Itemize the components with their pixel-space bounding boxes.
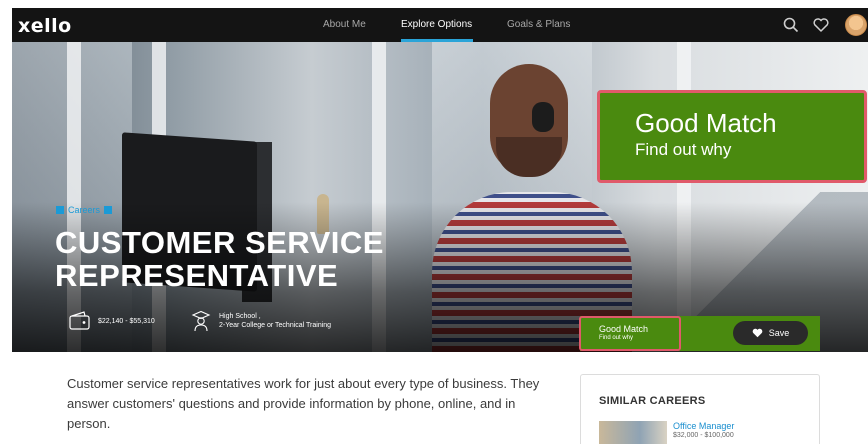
hero-photo-headset: [532, 102, 554, 132]
salary-range: $22,140 - $55,310: [98, 317, 155, 325]
find-out-why-link: Find out why: [635, 140, 732, 159]
similar-careers-heading: SIMILAR CAREERS: [599, 395, 706, 407]
career-title-line1: CUSTOMER SERVICE: [55, 225, 384, 260]
education-detail: 2-Year College or Technical Training: [219, 322, 332, 329]
nav-explore-options[interactable]: Explore Options: [401, 19, 472, 30]
tag-square-icon: [56, 206, 64, 214]
good-match-button[interactable]: Good Match Find out why: [579, 316, 681, 351]
similar-career-salary: $32,000 - $100,000: [673, 432, 734, 439]
save-label: Save: [768, 328, 790, 338]
career-title: CUSTOMER SERVICE REPRESENTATIVE: [55, 226, 384, 292]
salary-info: $22,140 - $55,310: [68, 310, 155, 332]
wallet-icon: [69, 311, 90, 330]
find-out-why-label: Find out why: [599, 335, 634, 341]
tag-square-icon: [104, 206, 113, 214]
xello-logo[interactable]: xello: [18, 15, 72, 37]
career-title-line2: REPRESENTATIVE: [55, 258, 339, 293]
career-description: Customer service representatives work fo…: [67, 376, 540, 431]
good-match-label: Good Match: [599, 324, 649, 334]
similar-career-link[interactable]: Office Manager: [673, 421, 734, 431]
career-category-label: Careers: [68, 205, 101, 215]
top-nav: xello About Me Explore Options Goals & P…: [12, 8, 868, 42]
graduate-icon: [191, 310, 211, 332]
similar-career-thumbnail[interactable]: [599, 421, 667, 444]
avatar[interactable]: [845, 14, 867, 36]
good-match-callout[interactable]: Good Match Find out why: [597, 90, 867, 183]
similar-careers-card: SIMILAR CAREERS Office Manager $32,000 -…: [580, 374, 820, 444]
education-info: High School , 2-Year College or Technica…: [189, 310, 331, 332]
career-hero: [12, 42, 868, 352]
nav-goals-plans[interactable]: Goals & Plans: [507, 19, 570, 30]
save-button[interactable]: Save: [733, 321, 808, 345]
search-icon[interactable]: [782, 16, 800, 34]
heart-icon[interactable]: [812, 16, 830, 34]
education-level: High School ,: [219, 313, 261, 320]
nav-about-me[interactable]: About Me: [323, 19, 366, 30]
good-match-heading: Good Match: [635, 108, 777, 138]
heart-icon: [752, 328, 763, 338]
career-category-tag: Careers: [56, 205, 113, 215]
